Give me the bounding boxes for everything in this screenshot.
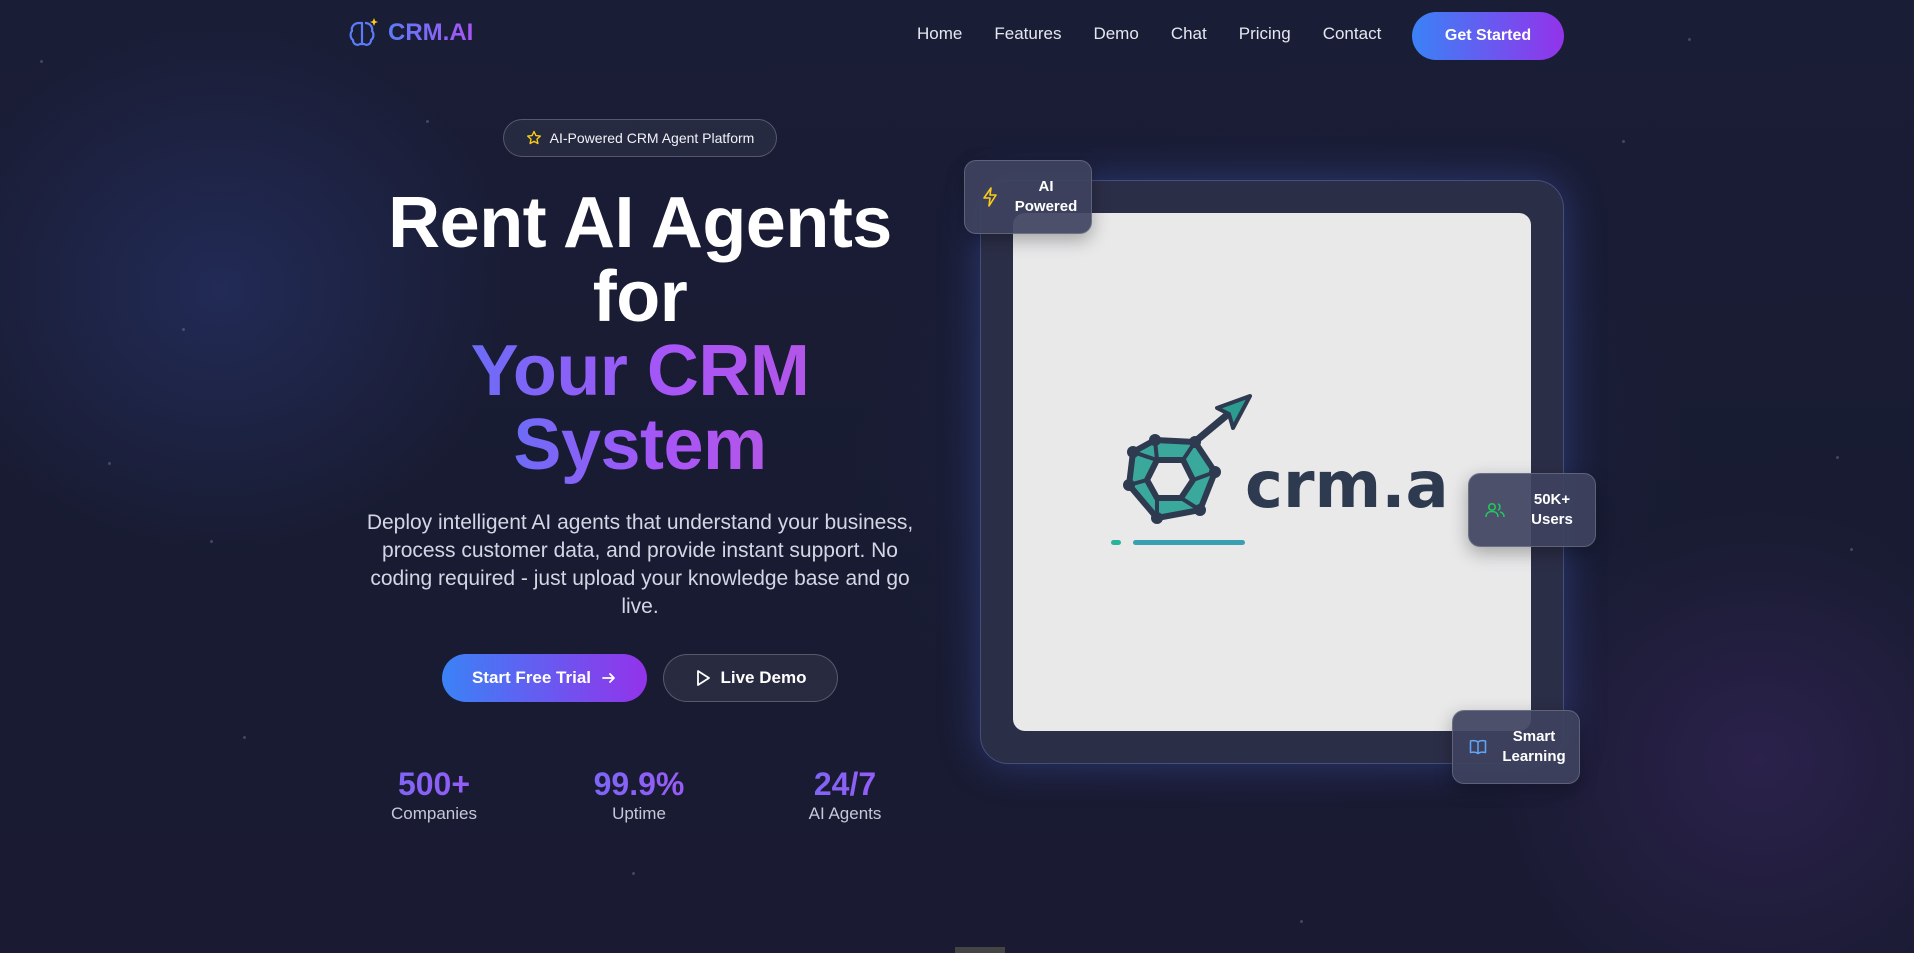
stat-companies: 500+ Companies [334,766,534,824]
headline-line-1: Rent AI Agents [388,183,892,263]
stat-value: 24/7 [745,766,945,802]
badge-users: 50K+ Users [1468,473,1596,547]
badge-smart-learning: Smart Learning [1452,710,1580,784]
stat-value: 99.9% [539,766,739,802]
horizontal-scrollbar[interactable] [955,947,1005,953]
users-icon [1485,502,1505,518]
brand-name: CRM.AI [388,19,474,46]
start-free-trial-button[interactable]: Start Free Trial [442,654,647,702]
brand-wordmark: crm.ai [1245,449,1445,523]
headline-line-2: for [592,257,688,337]
top-navigation: CRM.AI Home Features Demo Chat Pricing C… [0,0,1914,72]
nav-link-pricing[interactable]: Pricing [1239,24,1291,44]
badge-ai-powered: AI Powered [964,160,1092,234]
play-icon [696,670,710,686]
brain-icon [349,18,378,46]
nav-link-features[interactable]: Features [994,24,1061,44]
stat-label: Uptime [612,804,666,823]
badge-text: 50K+ Users [1531,491,1573,528]
headline-line-3: Your CRM [470,331,810,411]
brand-logo[interactable]: CRM.AI [348,16,473,50]
live-demo-button[interactable]: Live Demo [663,654,838,702]
hero-description: Deploy intelligent AI agents that unders… [366,511,914,618]
nav-link-contact[interactable]: Contact [1323,24,1382,44]
lightning-icon [983,187,997,207]
stat-ai-agents: 24/7 AI Agents [745,766,945,824]
arrow-right-icon [602,673,615,683]
platform-pill: AI-Powered CRM Agent Platform [503,119,777,157]
stat-value: 500+ [334,766,534,802]
nav-link-chat[interactable]: Chat [1171,24,1207,44]
main-menu: Home Features Demo Chat Pricing Contact [917,24,1413,44]
star-icon [526,130,541,145]
nav-link-home[interactable]: Home [917,24,962,44]
live-demo-label: Live Demo [720,668,807,687]
stat-label: Companies [391,804,477,823]
headline-line-4: System [513,405,767,485]
page-background [0,0,1914,953]
start-free-trial-label: Start Free Trial [471,668,592,687]
badge-text: Smart Learning [1502,728,1566,765]
stat-label: AI Agents [808,804,882,823]
get-started-button[interactable]: Get Started [1412,12,1564,60]
badge-text: AI Powered [1014,178,1078,215]
hero-headline: Rent AI Agents for Your CRM System [340,186,940,482]
nav-link-demo[interactable]: Demo [1093,24,1138,44]
pill-text: AI-Powered CRM Agent Platform [549,130,755,146]
book-icon [1469,739,1487,755]
stat-uptime: 99.9% Uptime [539,766,739,824]
crm-ai-brand-logo: crm.ai [1111,394,1445,545]
